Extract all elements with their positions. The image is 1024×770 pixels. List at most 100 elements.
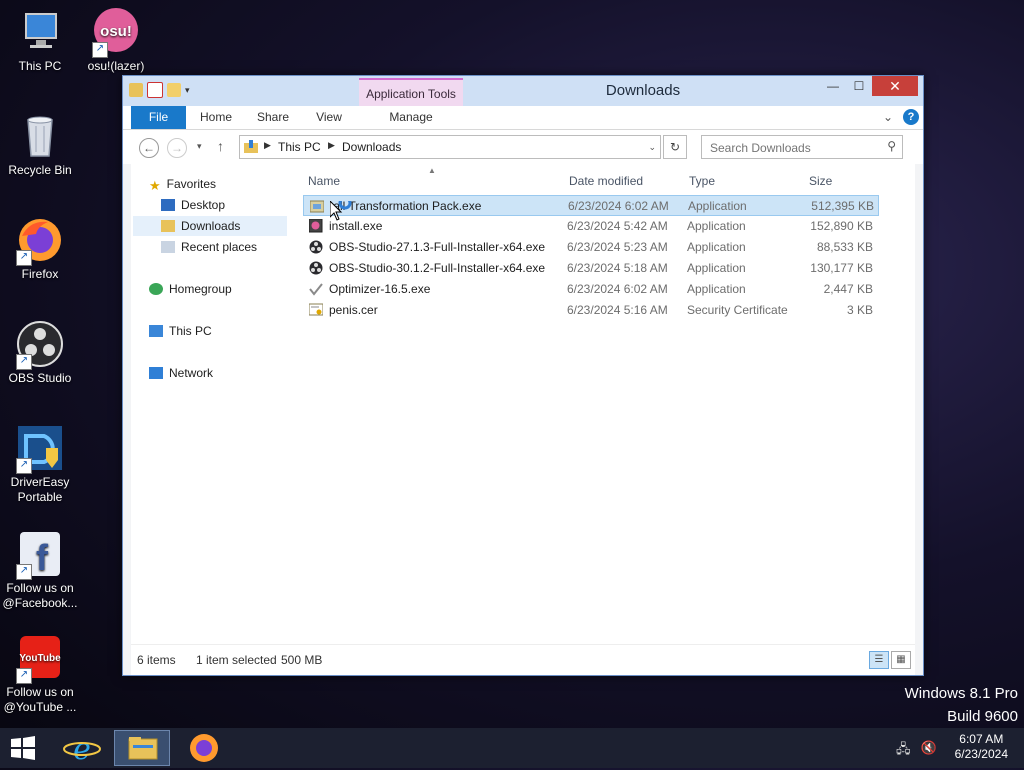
firefox-icon [190, 734, 218, 762]
application-tools-tab-header: Application Tools [359, 78, 463, 108]
recent-locations-chevron-icon[interactable]: ▾ [197, 141, 202, 152]
tab-share[interactable]: Share [251, 106, 295, 129]
back-button[interactable]: ← [139, 138, 159, 158]
desktop-icon-label: osu!(lazer) [87, 59, 145, 73]
file-list: ▲ Name Date modified Type Size tall Tran… [303, 164, 915, 645]
title-bar[interactable]: ▾ Application Tools Downloads — ☐ ✕ [123, 76, 923, 108]
desktop-icon-label: This PC [18, 59, 62, 73]
shortcut-arrow-icon: ↗ [92, 42, 108, 58]
search-input[interactable] [708, 137, 882, 159]
obs-icon [309, 261, 323, 275]
column-header-date-modified[interactable]: Date modified [569, 174, 643, 188]
file-size: 152,890 KB [810, 219, 873, 233]
shortcut-arrow-icon: ↗ [16, 564, 32, 580]
taskbar-file-explorer[interactable] [114, 730, 170, 766]
homegroup-icon [149, 283, 163, 295]
clock-date: 6/23/2024 [954, 747, 1008, 761]
downloads-folder-icon [244, 140, 258, 153]
column-header-name[interactable]: Name [308, 174, 340, 188]
folder-icon[interactable] [129, 83, 143, 97]
file-name: tall Transformation Pack.exe [330, 199, 482, 213]
window-title: Downloads [605, 82, 681, 99]
close-button[interactable]: ✕ [872, 76, 918, 96]
up-arrow-icon[interactable]: ↑ [217, 138, 224, 154]
youtube-logo-text: YouTube [19, 653, 61, 664]
expand-ribbon-icon[interactable]: ⌄ [883, 110, 893, 124]
youtube-icon: YouTube ↗ [16, 634, 64, 684]
table-row[interactable]: Optimizer-16.5.exe 6/23/2024 6:02 AM App… [303, 279, 879, 300]
file-size: 512,395 KB [811, 199, 874, 213]
desktop-icon-recycle-bin[interactable]: Recycle Bin [0, 112, 80, 178]
desktop-icon-firefox[interactable]: ↗ Firefox [0, 216, 80, 282]
nav-label: Homegroup [169, 282, 232, 296]
file-type: Application [688, 199, 747, 213]
network-icon[interactable]: 🖧 [896, 740, 911, 762]
drivereasy-icon: ↗ [16, 424, 64, 474]
minimize-button[interactable]: — [820, 76, 846, 96]
chevron-down-icon[interactable]: ▾ [185, 85, 190, 96]
status-bar: 6 items 1 item selected 500 MB ☰ ▦ [131, 644, 915, 675]
column-header-type[interactable]: Type [689, 174, 715, 188]
table-row[interactable]: OBS-Studio-27.1.3-Full-Installer-x64.exe… [303, 237, 879, 258]
maximize-button[interactable]: ☐ [846, 76, 872, 96]
obs-studio-icon: ↗ [16, 320, 64, 370]
taskbar-internet-explorer[interactable]: e [54, 730, 110, 767]
network-icon [149, 367, 163, 379]
nav-favorites[interactable]: ★ Favorites [149, 174, 216, 194]
forward-button[interactable]: → [167, 138, 187, 158]
system-tray: 🖧 🔇 [896, 740, 937, 762]
volume-muted-icon[interactable]: 🔇 [921, 740, 937, 762]
explorer-window: ▾ Application Tools Downloads — ☐ ✕ File… [122, 75, 924, 676]
breadcrumb-this-pc[interactable]: This PC [278, 140, 321, 154]
desktop-icon-obs[interactable]: ↗ OBS Studio [0, 320, 80, 386]
refresh-button[interactable]: ↻ [663, 135, 687, 159]
watermark-edition: Windows 8.1 Pro [904, 685, 1018, 702]
quick-access-toolbar: ▾ [129, 82, 190, 98]
nav-downloads[interactable]: Downloads [133, 216, 287, 236]
taskbar-firefox[interactable] [176, 730, 232, 766]
breadcrumb-downloads[interactable]: Downloads [342, 140, 401, 154]
nav-recent-places[interactable]: Recent places [161, 237, 257, 257]
desktop-icon-drivereasy[interactable]: ↗ DriverEasy Portable [0, 424, 80, 505]
help-icon[interactable]: ? [903, 109, 919, 125]
nav-network[interactable]: Network [149, 363, 213, 383]
nav-homegroup[interactable]: Homegroup [149, 279, 232, 299]
file-type: Application [687, 240, 746, 254]
nav-this-pc[interactable]: This PC [149, 321, 212, 341]
search-box[interactable]: ⚲ [701, 135, 903, 159]
desktop-icon-label: Firefox [21, 267, 59, 281]
properties-icon[interactable] [147, 82, 163, 98]
large-icons-view-button[interactable]: ▦ [891, 651, 911, 669]
new-folder-icon[interactable] [167, 83, 181, 97]
tab-home[interactable]: Home [193, 106, 239, 129]
desktop-icon-this-pc[interactable]: This PC [0, 8, 80, 74]
computer-icon [149, 325, 163, 337]
address-dropdown-icon[interactable]: ⌄ [648, 142, 656, 153]
search-icon[interactable]: ⚲ [887, 139, 896, 153]
column-header-size[interactable]: Size [809, 174, 832, 188]
desktop-icon-facebook[interactable]: f ↗ Follow us on @Facebook... [0, 530, 80, 611]
tab-manage[interactable]: Manage [371, 106, 451, 129]
desktop-icon-youtube[interactable]: YouTube ↗ Follow us on @YouTube ... [0, 634, 80, 715]
desktop-icon-osu[interactable]: osu! ↗ osu!(lazer) [76, 8, 156, 74]
file-date: 6/23/2024 5:42 AM [567, 219, 668, 233]
start-button[interactable] [8, 736, 38, 760]
table-row[interactable]: tall Transformation Pack.exe 6/23/2024 6… [303, 195, 879, 216]
busy-cursor-icon [330, 201, 352, 221]
clock[interactable]: 6:07 AM 6/23/2024 [955, 732, 1008, 762]
file-date: 6/23/2024 6:02 AM [567, 282, 668, 296]
recycle-bin-icon [16, 112, 64, 160]
file-size: 2,447 KB [823, 282, 873, 296]
nav-desktop[interactable]: Desktop [161, 195, 225, 215]
table-row[interactable]: OBS-Studio-30.1.2-Full-Installer-x64.exe… [303, 258, 879, 279]
table-row[interactable]: penis.cer 6/23/2024 5:16 AM Security Cer… [303, 300, 879, 321]
address-bar[interactable]: ▶ This PC ▶ Downloads ⌄ [239, 135, 661, 159]
checkmark-icon [309, 283, 323, 296]
details-view-button[interactable]: ☰ [869, 651, 889, 669]
tab-view[interactable]: View [307, 106, 351, 129]
table-row[interactable]: install.exe 6/23/2024 5:42 AM Applicatio… [303, 216, 879, 237]
tab-file[interactable]: File [131, 106, 186, 129]
file-name: penis.cer [329, 303, 378, 317]
desktop-icon-label: Follow us on @YouTube ... [3, 685, 77, 714]
shortcut-arrow-icon: ↗ [16, 458, 32, 474]
